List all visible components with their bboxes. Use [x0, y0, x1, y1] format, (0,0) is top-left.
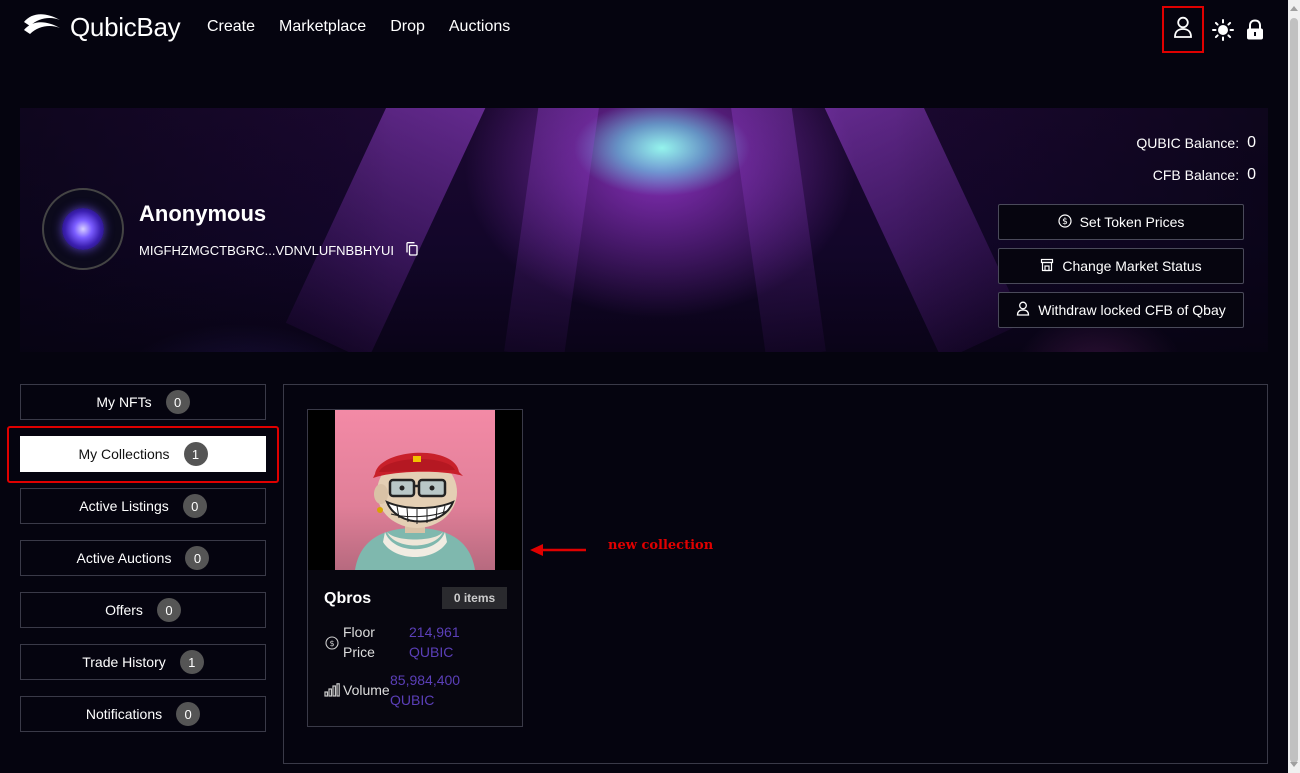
change-market-status-label: Change Market Status [1062, 258, 1202, 274]
qubic-balance-label: QUBIC Balance: [1136, 135, 1240, 151]
svg-text:$: $ [1062, 217, 1068, 227]
cfb-balance-value: 0 [1247, 166, 1256, 183]
floor-price-value: 214,961 QUBIC [409, 624, 460, 660]
profile-banner: Anonymous MIGFHZMGCTBGRC...VDNVLUFNBBHYU… [20, 108, 1268, 352]
collection-image [308, 410, 522, 570]
scroll-up-arrow-icon[interactable] [1290, 6, 1298, 11]
sidebar-item-active-auctions[interactable]: Active Auctions 0 [20, 540, 266, 576]
scrollbar-thumb[interactable] [1290, 18, 1298, 763]
set-token-prices-button[interactable]: $ Set Token Prices [998, 204, 1244, 240]
top-header: QubicBay Create Marketplace Drop Auction… [0, 0, 1288, 56]
count-badge: 1 [179, 650, 204, 674]
count-badge: 0 [176, 702, 201, 726]
lock-icon[interactable] [1242, 17, 1268, 43]
cfb-balance: CFB Balance: 0 [1153, 166, 1256, 184]
count-badge: 0 [182, 494, 207, 518]
wallet-address-row: MIGFHZMGCTBGRC...VDNVLUFNBBHYUI [139, 242, 418, 259]
waves-logo-icon [22, 12, 62, 43]
change-market-status-button[interactable]: Change Market Status [998, 248, 1244, 284]
user-outline-icon [1016, 301, 1030, 319]
volume-value: 85,984,400 QUBIC [390, 672, 461, 708]
sidebar-item-label: Offers [105, 602, 143, 618]
sidebar-item-label: Notifications [85, 706, 163, 722]
sidebar-item-active-listings[interactable]: Active Listings 0 [20, 488, 266, 524]
floor-price-label: Floor Price [343, 624, 375, 660]
collection-name: Qbros [324, 590, 372, 607]
brand-logo[interactable]: QubicBay [22, 12, 181, 43]
avatar [42, 188, 124, 270]
avatar-orb [62, 208, 104, 250]
sidebar-item-label: My NFTs [96, 394, 152, 410]
sidebar-item-label: Active Listings [79, 498, 169, 514]
nav-drop[interactable]: Drop [390, 18, 425, 36]
volume-label: Volume [343, 682, 390, 698]
scroll-down-arrow-icon[interactable] [1290, 762, 1298, 767]
qubic-balance-value: 0 [1247, 134, 1256, 151]
copy-icon[interactable] [406, 242, 418, 259]
wallet-address: MIGFHZMGCTBGRC...VDNVLUFNBBHYUI [139, 243, 394, 258]
annotation-arrow-icon [530, 541, 588, 564]
annotation-highlight-box [7, 426, 279, 483]
dollar-coin-icon: $ [1057, 213, 1072, 231]
nav-create[interactable]: Create [207, 18, 255, 36]
svg-text:$: $ [329, 639, 334, 648]
collection-card[interactable]: Qbros 0 items $ Floor Price 214,961 QUBI… [307, 409, 523, 727]
bar-chart-icon [324, 683, 340, 702]
profile-name: Anonymous [139, 201, 267, 226]
brand-name: QubicBay [70, 12, 181, 42]
nav-marketplace[interactable]: Marketplace [279, 18, 366, 36]
sidebar-item-notifications[interactable]: Notifications 0 [20, 696, 266, 732]
dollar-coin-icon: $ [325, 636, 339, 655]
count-badge: 0 [185, 546, 210, 570]
sidebar-item-offers[interactable]: Offers 0 [20, 592, 266, 628]
withdraw-locked-cfb-button[interactable]: Withdraw locked CFB of Qbay [998, 292, 1244, 328]
profile-button[interactable] [1162, 6, 1204, 53]
sidebar-item-my-nfts[interactable]: My NFTs 0 [20, 384, 266, 420]
annotation-label: new collection [608, 538, 714, 553]
collection-artwork [335, 410, 495, 570]
nav-auctions[interactable]: Auctions [449, 18, 510, 36]
sidebar-item-label: Trade History [82, 654, 166, 670]
user-icon [1173, 16, 1193, 43]
count-badge: 0 [156, 598, 181, 622]
set-token-prices-label: Set Token Prices [1079, 214, 1185, 230]
withdraw-locked-cfb-label: Withdraw locked CFB of Qbay [1038, 302, 1226, 318]
store-icon [1040, 258, 1054, 275]
qubic-balance: QUBIC Balance: 0 [1136, 134, 1256, 152]
count-badge: 0 [165, 390, 190, 414]
main-nav: Create Marketplace Drop Auctions [207, 18, 510, 36]
page-scrollbar[interactable] [1288, 0, 1300, 773]
cfb-balance-label: CFB Balance: [1152, 167, 1240, 183]
items-count-badge: 0 items [442, 587, 507, 609]
sidebar-item-trade-history[interactable]: Trade History 1 [20, 644, 266, 680]
header-actions [1162, 6, 1268, 53]
theme-toggle-sun-icon[interactable] [1210, 17, 1236, 43]
sidebar-item-label: Active Auctions [76, 550, 172, 566]
